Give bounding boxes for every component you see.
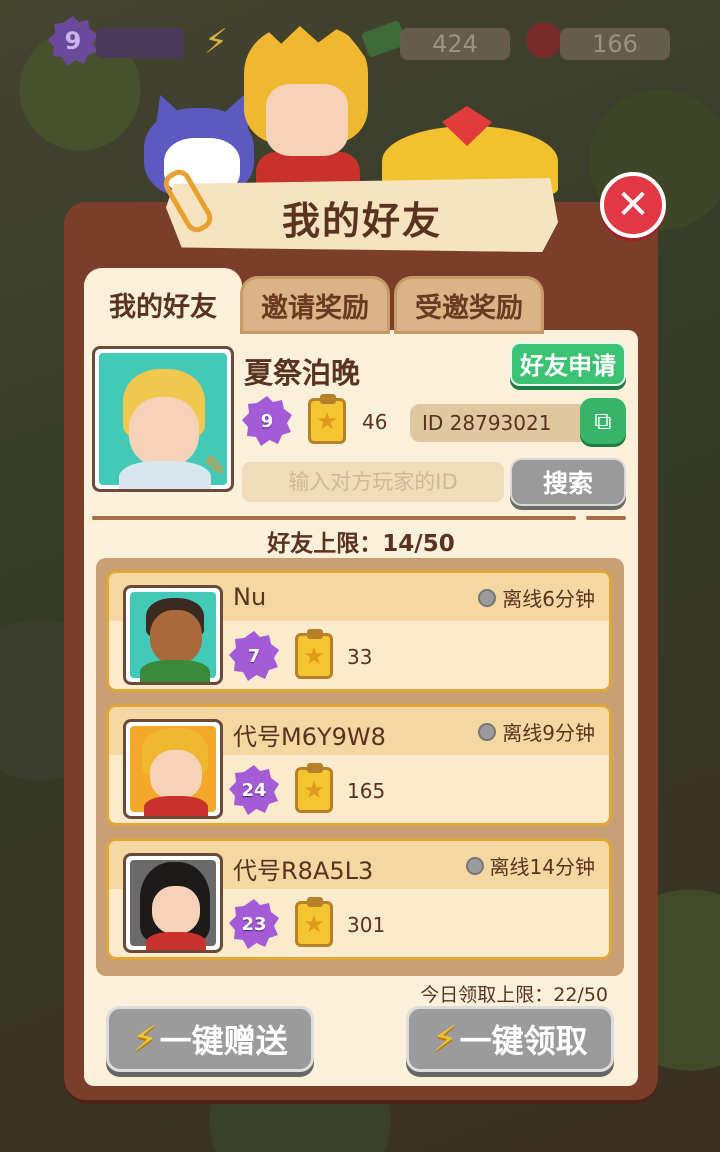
friend-card[interactable]: Nu 离线6分钟 7 33 <box>106 570 612 692</box>
star-clipboard-icon[interactable] <box>295 629 333 679</box>
panel-title: 我的好友 <box>281 199 442 243</box>
hero-character-illustration <box>236 26 376 202</box>
friend-level-icon: 24 <box>229 765 279 815</box>
player-level-badge: 9 <box>48 16 98 66</box>
edit-pencil-icon[interactable]: ✎ <box>200 452 230 482</box>
tab-my-friends[interactable]: 我的好友 <box>84 268 242 340</box>
friend-level-icon: 7 <box>229 631 279 681</box>
star-clipboard-icon[interactable] <box>295 763 333 813</box>
section-divider-end <box>586 516 626 520</box>
friend-name: 代号M6Y9W8 <box>233 723 386 751</box>
friend-card[interactable]: 代号M6Y9W8 离线9分钟 24 165 <box>106 704 612 826</box>
friend-avatar[interactable] <box>123 853 223 953</box>
offline-dot-icon <box>478 588 497 607</box>
star-clipboard-icon[interactable] <box>295 897 333 947</box>
friend-status-text: 离线14分钟 <box>489 855 595 879</box>
energy-bolt-icon: ⚡ <box>432 1018 458 1060</box>
claim-all-button[interactable]: ⚡ 一键领取 <box>406 1006 614 1072</box>
friend-status: 离线14分钟 <box>465 851 595 880</box>
offline-dot-icon <box>478 722 497 741</box>
copy-icon: ⧉ <box>594 407 612 435</box>
friend-id-search-input[interactable] <box>242 462 504 502</box>
player-id: ID 28793021 <box>410 404 600 442</box>
xp-bar <box>96 28 184 58</box>
friend-status: 离线6分钟 <box>478 583 595 612</box>
friend-status-text: 离线9分钟 <box>502 721 595 745</box>
friend-avatar[interactable] <box>123 585 223 685</box>
cash-amount: 424 <box>400 28 510 60</box>
star-clipboard-icon <box>308 394 346 444</box>
friend-limit-label: 好友上限：14/50 <box>267 531 455 557</box>
send-all-button[interactable]: ⚡ 一键赠送 <box>106 1006 314 1072</box>
search-button[interactable]: 搜索 <box>510 458 626 506</box>
gold-treasure-illustration <box>382 96 558 196</box>
offline-dot-icon <box>465 856 484 875</box>
friend-level-icon: 23 <box>229 899 279 949</box>
friend-status: 离线9分钟 <box>478 717 595 746</box>
friend-stars: 165 <box>347 779 386 803</box>
section-divider <box>92 516 576 520</box>
friend-request-button[interactable]: 好友申请 <box>510 342 626 386</box>
friend-name: Nu <box>233 583 267 611</box>
close-button[interactable]: ✕ <box>600 172 666 238</box>
copy-id-button[interactable]: ⧉ <box>580 398 626 444</box>
friend-avatar[interactable] <box>123 719 223 819</box>
tab-invite-rewards[interactable]: 邀请奖励 <box>240 276 390 334</box>
tab-invited-rewards[interactable]: 受邀奖励 <box>394 276 544 334</box>
gem-icon <box>526 22 562 58</box>
player-name: 夏祭泊晚 <box>244 356 361 390</box>
friend-stars: 301 <box>347 913 386 937</box>
daily-claim-limit: 今日领取上限：22/50 <box>420 984 608 1006</box>
friend-status-text: 离线6分钟 <box>502 587 595 611</box>
send-all-label: 一键赠送 <box>159 1022 288 1060</box>
friend-name: 代号R8A5L3 <box>233 857 374 885</box>
energy-bolt-icon: ⚡ <box>132 1018 158 1060</box>
friend-list[interactable]: Nu 离线6分钟 7 33 代号M6Y9W8 离线9分钟 24 165 <box>96 558 624 976</box>
friend-card[interactable]: 代号R8A5L3 离线14分钟 23 301 <box>106 838 612 960</box>
player-stars: 46 <box>362 410 388 434</box>
claim-all-label: 一键领取 <box>459 1022 588 1060</box>
gem-amount: 166 <box>560 28 670 60</box>
friend-stars: 33 <box>347 645 373 669</box>
